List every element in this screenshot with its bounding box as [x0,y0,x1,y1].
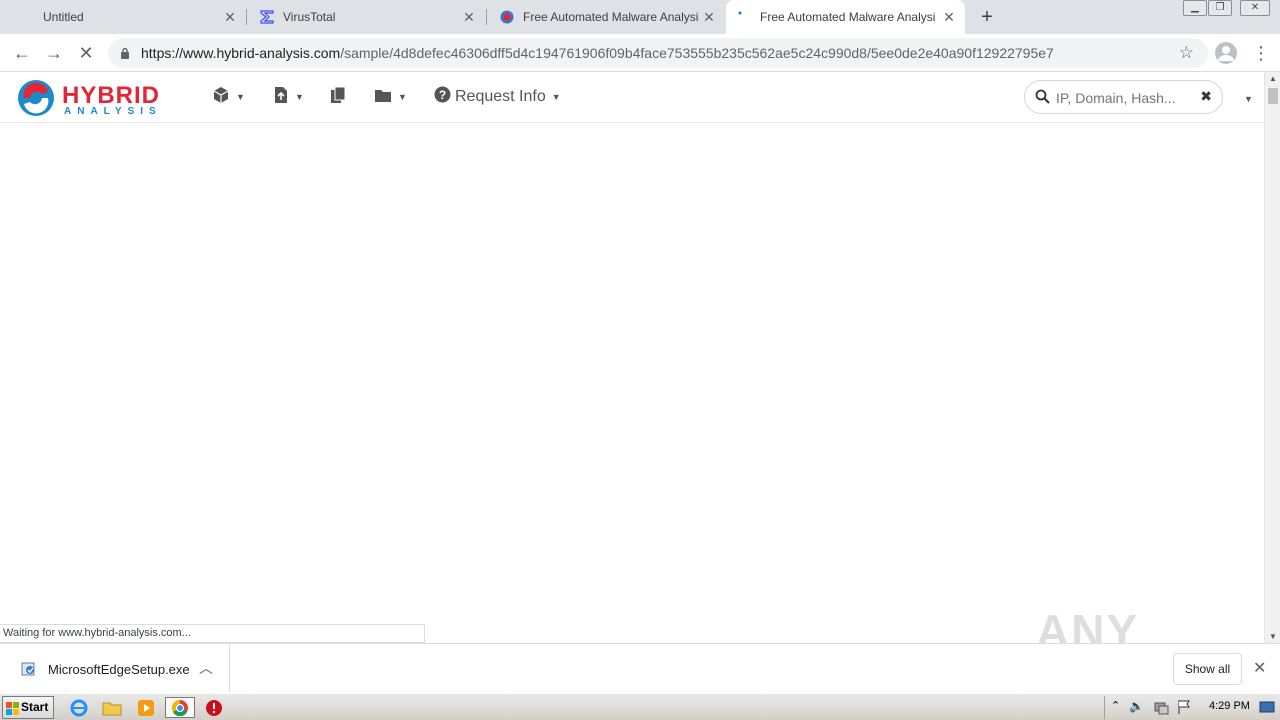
tab-title: Free Automated Malware Analysis Se [760,10,936,24]
tab-hybrid-analysis-active[interactable]: Free Automated Malware Analysis Se ✕ [726,0,965,34]
close-tab-icon[interactable]: ✕ [222,9,238,25]
restore-button[interactable]: ❐ [1208,0,1232,16]
show-desktop-icon[interactable] [1259,699,1275,720]
scroll-down-arrow-icon[interactable]: ▼ [1265,632,1280,641]
close-tab-icon[interactable]: ✕ [941,9,957,25]
show-all-button[interactable]: Show all [1173,653,1242,685]
media-player-icon[interactable] [135,697,157,718]
action-center-flag-icon[interactable] [1177,699,1191,720]
menu-kebab-icon[interactable]: ⋮ [1252,42,1270,64]
file-upload-icon [273,86,289,109]
tab-title: VirusTotal [283,10,336,24]
show-hidden-icons-icon[interactable]: ⌃ [1111,699,1120,712]
caret-down-icon: ▼ [398,92,407,102]
search-input[interactable] [1056,88,1196,108]
caret-down-icon: ▼ [551,92,561,102]
network-icon[interactable] [1153,699,1169,720]
download-file-name: MicrosoftEdgeSetup.exe [48,662,190,677]
windows-taskbar: Start ⌃ 🔈 4:29 PM [0,693,1280,720]
tab-untitled[interactable]: Untitled ✕ [0,0,246,34]
request-info-label: Request Info [455,88,546,105]
bookmark-star-icon[interactable]: ☆ [1179,43,1194,63]
close-window-button[interactable]: ✕ [1240,0,1270,16]
download-bar: MicrosoftEdgeSetup.exe ︿ Show all ✕ [0,643,1280,694]
tab-virustotal[interactable]: VirusTotal ✕ [247,0,485,34]
logo-emblem-icon [18,80,54,116]
back-arrow-icon[interactable]: ← [10,41,34,65]
nav-sandbox-menu[interactable]: ▼ [212,86,245,108]
page-scrollbar[interactable]: ▲ ▼ [1264,72,1280,643]
taskbar-clock[interactable]: 4:29 PM [1209,700,1250,712]
hybrid-analysis-icon [499,9,515,25]
site-search-box[interactable]: ✖ [1024,80,1223,114]
caret-down-icon: ▼ [295,92,304,102]
chrome-taskbar-icon[interactable] [165,697,195,718]
address-bar[interactable]: https://www.hybrid-analysis.com/sample/4… [108,38,1208,68]
url-host: https://www.hybrid-analysis.com [141,45,341,61]
installer-file-icon [20,660,38,678]
caret-down-icon: ▼ [236,92,245,102]
scroll-up-arrow-icon[interactable]: ▲ [1265,74,1280,83]
nav-request-info-menu[interactable]: ? Request Info ▼ [434,86,561,108]
loading-dot-icon [736,9,752,25]
start-button[interactable]: Start [2,696,54,719]
cube-icon [212,86,230,109]
internet-explorer-icon[interactable] [68,697,90,718]
search-icon[interactable] [1035,89,1050,108]
clear-search-icon[interactable]: ✖ [1200,88,1212,105]
system-tray: ⌃ 🔈 4:29 PM [1104,696,1278,719]
windows-flag-icon [6,701,19,715]
start-label: Start [21,700,49,714]
tab-title: Untitled [43,10,84,24]
file-explorer-icon[interactable] [101,697,123,718]
nav-submit-menu[interactable]: ▼ [273,86,304,108]
site-header: HYBRID ANALYSIS ▼ ▼ ▼ ? Request Info ▼ I… [0,72,1264,123]
chevron-up-icon[interactable]: ︿ [199,658,213,678]
nav-reports-button[interactable] [330,86,346,108]
screen: Untitled ✕ VirusTotal ✕ Free Automated M… [0,0,1280,720]
nav-collections-menu[interactable]: ▼ [374,86,407,108]
scrollbar-thumb[interactable] [1268,88,1278,104]
logo-text-analysis: ANALYSIS [64,106,162,117]
tab-strip: Untitled ✕ VirusTotal ✕ Free Automated M… [0,0,1280,34]
profile-avatar-icon[interactable] [1215,42,1237,64]
lock-icon [120,46,130,59]
tab-hybrid-analysis[interactable]: Free Automated Malware Analysis Se ✕ [487,0,725,34]
folder-icon [374,87,392,108]
svg-text:?: ? [439,88,446,102]
question-circle-icon: ? [434,86,451,108]
stop-loading-icon[interactable]: ✕ [74,41,98,65]
download-item[interactable]: MicrosoftEdgeSetup.exe ︿ [0,644,230,694]
loading-status-bubble: Waiting for www.hybrid-analysis.com... [0,624,425,643]
volume-icon[interactable]: 🔈 [1129,699,1144,713]
search-options-caret-icon[interactable]: ▼ [1244,94,1253,104]
forward-arrow-icon[interactable]: → [42,41,66,65]
close-tab-icon[interactable]: ✕ [461,9,477,25]
hybrid-analysis-logo[interactable]: HYBRID ANALYSIS [16,76,186,120]
opera-icon[interactable] [203,697,225,718]
tab-title: Free Automated Malware Analysis Se [523,10,699,24]
close-download-bar-icon[interactable]: ✕ [1253,658,1266,678]
close-tab-icon[interactable]: ✕ [701,9,717,25]
virustotal-sigma-icon [259,9,275,25]
url-path: /sample/4d8defec46306dff5d4c194761906f09… [340,45,1054,61]
copy-files-icon [330,86,346,109]
new-tab-button[interactable]: + [976,6,998,28]
url-text: https://www.hybrid-analysis.com/sample/4… [141,45,1054,61]
minimize-button[interactable]: ▁ [1183,0,1207,16]
browser-toolbar: ← → ✕ https://www.hybrid-analysis.com/sa… [0,34,1280,72]
